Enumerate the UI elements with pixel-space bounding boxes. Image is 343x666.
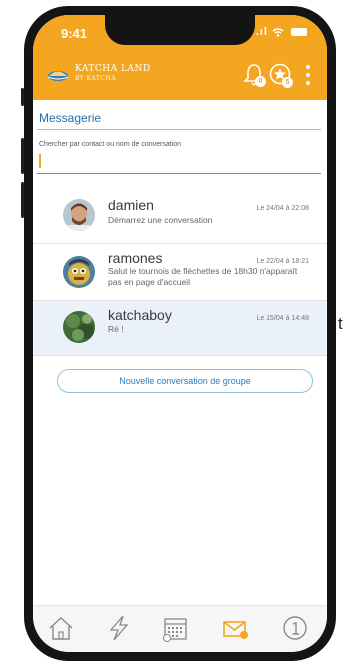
title-divider <box>37 129 321 130</box>
message-preview: Salut le tournois de fléchettes de 18h30… <box>108 266 298 287</box>
home-icon <box>49 617 73 640</box>
message-date: Le 15/04 à 14:48 <box>256 315 309 322</box>
notifications-button[interactable]: 0 <box>243 62 266 88</box>
text-cursor <box>39 154 41 168</box>
avatar <box>63 256 95 288</box>
brand-logo-text: KATCHA LAND BY KATCHA <box>75 64 151 84</box>
wifi-icon <box>272 26 288 38</box>
calendar-icon <box>163 618 187 642</box>
tab-activity[interactable] <box>105 614 133 642</box>
search-placeholder: Chercher par contact ou nom de conversat… <box>39 141 182 148</box>
brand-subtitle: BY KATCHA <box>75 75 117 82</box>
message-date: Le 22/04 à 18:21 <box>256 258 309 265</box>
phone-notch <box>105 15 255 45</box>
info-icon <box>283 616 307 640</box>
bottom-tab-bar <box>33 605 327 652</box>
more-menu-icon[interactable] <box>305 65 311 87</box>
search-underline <box>37 173 321 174</box>
conversation-item-katchaboy[interactable]: katchaboy Le 15/04 à 14:48 Ré ! <box>33 301 327 355</box>
list-divider <box>33 355 327 356</box>
notifications-badge: 0 <box>255 76 266 87</box>
contact-name: ramones <box>108 250 163 266</box>
tab-home[interactable] <box>47 614 75 642</box>
favorites-button[interactable]: 5 <box>269 63 293 88</box>
app-screen: 9:41 .ıl KATCHA LAND BY KATCHA 0 5 Messa… <box>33 15 327 652</box>
new-group-conversation-button[interactable]: Nouvelle conversation de groupe <box>57 369 313 393</box>
mail-icon <box>223 621 248 639</box>
message-preview: Démarrez une conversation <box>108 215 213 225</box>
brand-name: KATCHA LAND <box>75 64 151 74</box>
conversation-item-damien[interactable]: damien Le 24/04 à 22:08 Démarrez une con… <box>33 191 327 243</box>
conversation-item-ramones[interactable]: ramones Le 22/04 à 18:21 Salut le tourno… <box>33 244 327 300</box>
avatar <box>63 311 95 343</box>
katcha-logo-icon[interactable] <box>47 65 69 83</box>
tab-messages[interactable] <box>221 614 249 642</box>
message-preview: Ré ! <box>108 324 124 334</box>
contact-name: damien <box>108 197 154 213</box>
avatar <box>63 199 95 231</box>
favorites-badge: 5 <box>282 77 293 88</box>
tab-calendar[interactable] <box>161 614 189 642</box>
page-title: Messagerie <box>39 111 102 125</box>
app-header: 9:41 .ıl KATCHA LAND BY KATCHA 0 5 <box>33 15 327 100</box>
tab-info[interactable] <box>281 614 309 642</box>
signal-icon: .ıl <box>255 26 268 38</box>
battery-icon <box>291 28 307 37</box>
stray-text: t <box>338 314 343 333</box>
status-icons: .ıl <box>256 26 307 38</box>
message-date: Le 24/04 à 22:08 <box>256 205 309 212</box>
lightning-icon <box>109 615 129 641</box>
contact-name: katchaboy <box>108 307 172 323</box>
status-time: 9:41 <box>61 26 88 41</box>
